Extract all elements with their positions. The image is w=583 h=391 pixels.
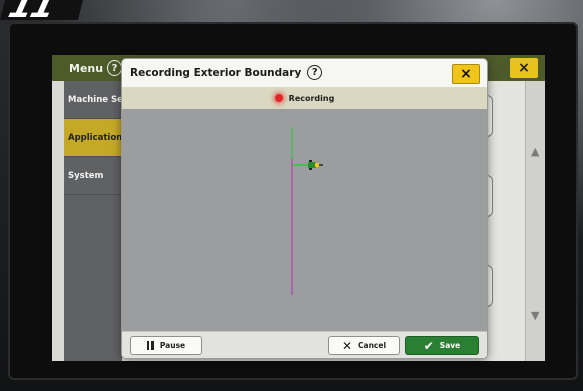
menu-header[interactable]: Menu ? bbox=[52, 55, 122, 81]
menu-list: Machine Setti Applications System bbox=[64, 81, 122, 361]
dialog-close-button[interactable]: × bbox=[452, 64, 480, 84]
check-icon: ✔ bbox=[423, 338, 434, 353]
recording-boundary-dialog: Recording Exterior Boundary ? × Recordin… bbox=[122, 59, 487, 358]
dialog-footer: Pause ✕ Cancel ✔ Save bbox=[122, 331, 487, 358]
recording-status-label: Recording bbox=[288, 93, 335, 103]
dialog-title: Recording Exterior Boundary bbox=[130, 66, 302, 79]
menu-item-applications[interactable]: Applications bbox=[64, 119, 122, 157]
help-icon[interactable]: ? bbox=[307, 65, 323, 80]
cancel-button[interactable]: ✕ Cancel bbox=[328, 336, 400, 355]
scroll-down-icon[interactable]: ▼ bbox=[531, 309, 539, 322]
map-view[interactable] bbox=[122, 109, 487, 331]
tractor-icon bbox=[308, 160, 323, 170]
scroll-up-icon[interactable]: ▲ bbox=[531, 145, 539, 158]
menu-item-label: System bbox=[68, 170, 104, 181]
menu-item-machine-settings[interactable]: Machine Setti bbox=[64, 81, 122, 119]
recording-status-bar: Recording bbox=[122, 87, 487, 109]
scrollbar[interactable]: ▲ ▼ bbox=[525, 81, 545, 361]
recording-indicator-icon bbox=[274, 94, 283, 102]
app-close-button[interactable]: × bbox=[510, 58, 538, 78]
menu-title: Menu bbox=[69, 61, 104, 75]
menu-item-label: Machine Setti bbox=[68, 94, 122, 105]
pause-label: Pause bbox=[159, 341, 186, 350]
pause-icon bbox=[146, 341, 154, 350]
dialog-title-row: Recording Exterior Boundary ? bbox=[130, 65, 323, 80]
map-canvas bbox=[291, 127, 323, 295]
cancel-label: Cancel bbox=[358, 341, 387, 350]
pause-button[interactable]: Pause bbox=[130, 336, 202, 355]
save-button[interactable]: ✔ Save bbox=[405, 336, 479, 355]
close-icon: ✕ bbox=[341, 338, 353, 353]
help-icon[interactable]: ? bbox=[107, 60, 122, 76]
save-label: Save bbox=[439, 341, 461, 350]
step-badge: 11 bbox=[0, 0, 83, 26]
menu-item-system[interactable]: System bbox=[64, 157, 122, 195]
menu-item-label: Applications bbox=[68, 132, 122, 143]
